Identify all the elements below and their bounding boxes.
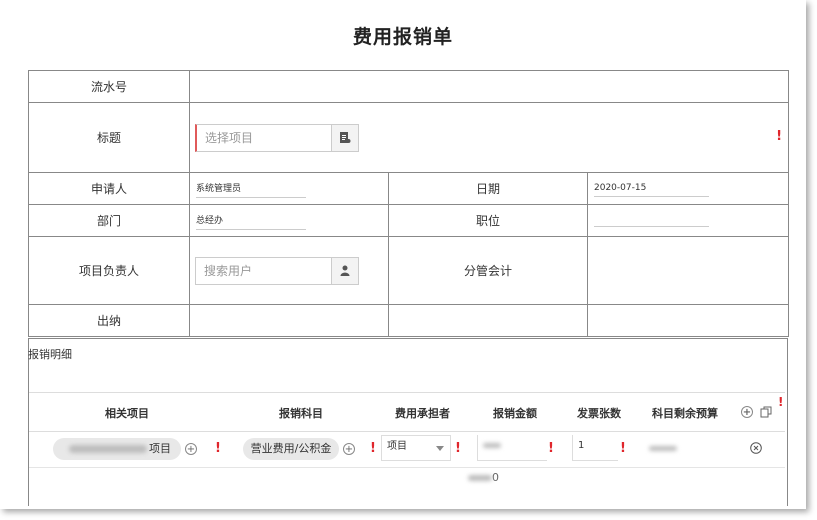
details-table-header: 相关项目 报销科目 费用承担者 报销金额 发票张数 科目剩余预算 + ! [29, 392, 785, 432]
col-remaining-budget: 科目剩余预算 [652, 407, 718, 420]
dept-value[interactable]: 总经办 [196, 211, 306, 230]
serial-value [188, 70, 790, 103]
position-value[interactable] [594, 212, 709, 227]
subject-pill[interactable]: 营业费用/公积金 [243, 438, 339, 460]
dept-label: 部门 [28, 204, 190, 237]
blurred-total [468, 475, 492, 481]
bearer-required-mark: ! [455, 441, 461, 456]
date-value[interactable]: 2020-07-15 [594, 181, 709, 197]
form-window: 费用报销单 流水号 标题 选择项目 ! 申请人 系统管理员 日期 2020-07… [0, 0, 806, 509]
details-required-mark: ! [778, 395, 784, 409]
cashier-label: 出纳 [28, 304, 190, 337]
accountant-value [586, 236, 790, 305]
project-required-mark: ! [215, 441, 221, 456]
project-pill-suffix: 项目 [149, 442, 171, 455]
caret-down-icon [436, 446, 444, 451]
date-cell: 2020-07-15 [586, 172, 790, 205]
col-bearer: 费用承担者 [395, 407, 450, 420]
document-icon [340, 132, 351, 143]
amount-required-mark: ! [548, 441, 554, 456]
project-owner-search-button[interactable] [331, 257, 358, 284]
bearer-select[interactable]: 项目 [381, 435, 451, 461]
cashier-extra-cell [388, 304, 588, 337]
invoice-count-input[interactable]: 1 [572, 435, 618, 461]
blurred-amount [483, 442, 501, 448]
amount-input[interactable] [477, 435, 547, 461]
amount-total: 0 [468, 471, 499, 484]
project-owner-input[interactable] [196, 257, 331, 284]
subject-picker-button[interactable] [331, 124, 358, 151]
copy-icon[interactable] [760, 406, 772, 418]
accountant-label: 分管会计 [388, 236, 588, 305]
invoice-required-mark: ! [620, 441, 626, 456]
dept-cell: 总经办 [189, 204, 389, 237]
col-project: 相关项目 [105, 407, 149, 420]
details-section-label: 报销明细 [28, 348, 72, 361]
cashier-extra-cell [586, 304, 790, 337]
applicant-value[interactable]: 系统管理员 [196, 179, 306, 198]
col-subject: 报销科目 [279, 407, 323, 420]
plus-circle-icon[interactable]: + [741, 406, 753, 418]
form-table: 流水号 标题 ! [28, 70, 790, 337]
user-icon [340, 265, 350, 276]
serial-label: 流水号 [28, 70, 190, 103]
cashier-value [189, 304, 389, 337]
applicant-label: 申请人 [28, 172, 190, 205]
subject-cell: ! [188, 102, 790, 173]
project-owner-label: 项目负责人 [28, 236, 190, 305]
details-row: 项目 + ! 营业费用/公积金 + ! 项目 ! ! 1 ! [29, 431, 785, 468]
project-pill[interactable]: 项目 [53, 438, 181, 460]
amount-total-suffix: 0 [492, 471, 499, 484]
blurred-remaining-budget [649, 446, 677, 451]
project-add-icon[interactable]: + [185, 443, 197, 455]
project-owner-cell [189, 236, 389, 305]
applicant-cell: 系统管理员 [189, 172, 389, 205]
date-label: 日期 [388, 172, 588, 205]
subject-add-icon[interactable]: + [343, 443, 355, 455]
position-label: 职位 [388, 204, 588, 237]
position-cell [586, 204, 790, 237]
form-title: 费用报销单 [352, 26, 453, 48]
subject-required-mark: ! [776, 129, 783, 144]
subject-select[interactable] [195, 123, 359, 152]
close-circle-icon[interactable] [750, 442, 762, 454]
subject-input[interactable] [197, 124, 331, 151]
subject-row-required-mark: ! [370, 441, 376, 456]
project-owner-select[interactable] [195, 256, 359, 285]
blurred-project-name [69, 445, 147, 453]
subject-label: 标题 [28, 102, 190, 173]
bearer-value: 项目 [387, 441, 407, 452]
col-invoice-count: 发票张数 [577, 407, 621, 420]
col-amount: 报销金额 [493, 407, 537, 420]
